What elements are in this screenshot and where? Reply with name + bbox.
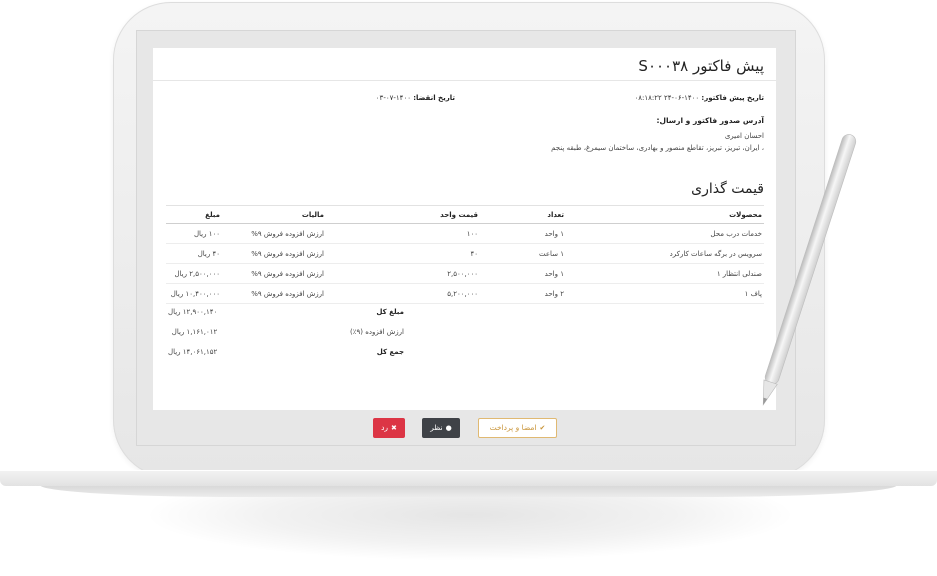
stylus-pen <box>762 134 857 406</box>
